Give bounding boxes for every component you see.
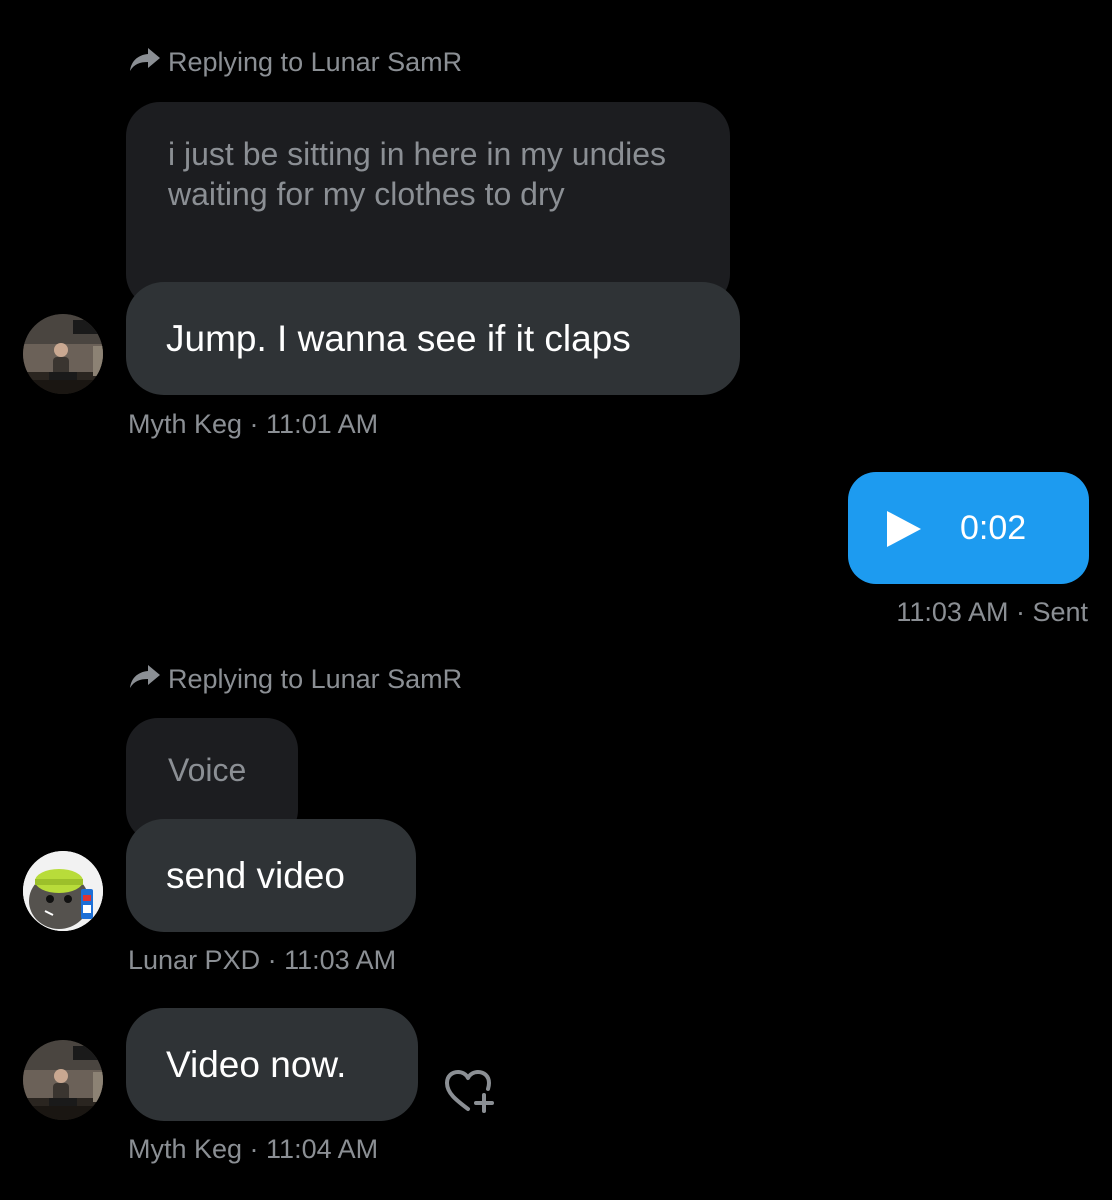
- message-meta: Myth Keg · 11:01 AM: [128, 409, 379, 439]
- reply-indicator: Replying to Lunar SamR: [128, 44, 462, 81]
- reply-label: Replying to Lunar SamR: [168, 47, 463, 77]
- message-text: Video now.: [166, 1043, 347, 1085]
- avatar[interactable]: [23, 1040, 103, 1120]
- quoted-message-text: Voice: [168, 752, 247, 788]
- message-meta: Lunar PXD · 11:03 AM: [128, 945, 397, 975]
- message-bubble[interactable]: Video now.: [126, 1008, 418, 1121]
- message-text: send video: [166, 854, 345, 896]
- message-meta: 11:03 AM · Sent: [896, 597, 1088, 627]
- voice-message-bubble[interactable]: 0:02: [848, 472, 1089, 584]
- voice-duration: 0:02: [960, 509, 1027, 547]
- quoted-message-text: i just be sitting in here in my undies w…: [168, 136, 667, 212]
- play-icon[interactable]: [884, 509, 924, 554]
- message-bubble[interactable]: Jump. I wanna see if it claps: [126, 282, 740, 395]
- reply-label: Replying to Lunar SamR: [168, 664, 463, 694]
- message-text: Jump. I wanna see if it claps: [166, 317, 631, 359]
- quoted-message[interactable]: i just be sitting in here in my undies w…: [126, 102, 730, 308]
- avatar[interactable]: [23, 851, 103, 931]
- message-bubble[interactable]: send video: [126, 819, 416, 932]
- message-meta: Myth Keg · 11:04 AM: [128, 1134, 379, 1164]
- add-reaction-icon[interactable]: [444, 1069, 496, 1120]
- reply-arrow-icon: [128, 44, 162, 81]
- reply-indicator: Replying to Lunar SamR: [128, 661, 462, 698]
- reply-arrow-icon: [128, 661, 162, 698]
- avatar[interactable]: [23, 314, 103, 394]
